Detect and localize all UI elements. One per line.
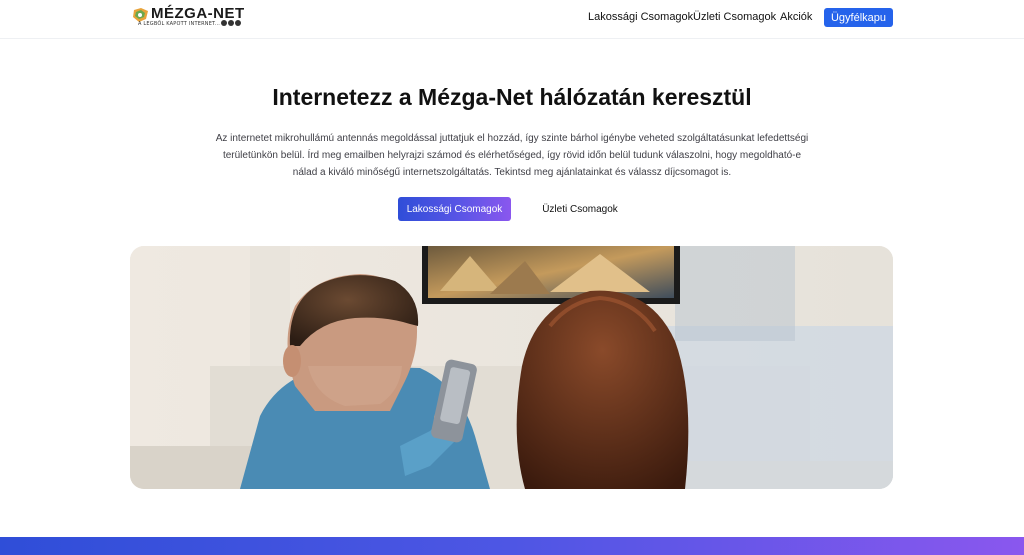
nav-promotions[interactable]: Akciók [780,11,812,23]
hero-description: Az internetet mikrohullámú antennás mego… [215,133,809,178]
hero-title: Internetezz a Mézga-Net hálózatán keresz… [272,84,752,110]
social-icon[interactable] [228,20,234,26]
customer-portal-button[interactable]: Ügyfélkapu [824,8,893,27]
brand-tagline: A LEGBŐL KAPOTT INTERNET... [138,21,221,27]
footer-gradient-band [0,537,1024,555]
residential-packages-button[interactable]: Lakossági Csomagok [398,197,511,221]
nav-residential-packages[interactable]: Lakossági Csomagok [588,11,693,23]
social-icon[interactable] [221,20,227,26]
social-icons [221,20,241,26]
business-packages-button[interactable]: Üzleti Csomagok [530,197,630,221]
brand-logo[interactable]: MÉZGA-NET A LEGBŐL KAPOTT INTERNET... [132,5,250,31]
couple-watching-tv-illustration [130,246,893,489]
hero-image [130,246,893,489]
nav-business-packages[interactable]: Üzleti Csomagok [693,11,776,23]
site-header: MÉZGA-NET A LEGBŐL KAPOTT INTERNET... La… [0,0,1024,39]
social-icon[interactable] [235,20,241,26]
